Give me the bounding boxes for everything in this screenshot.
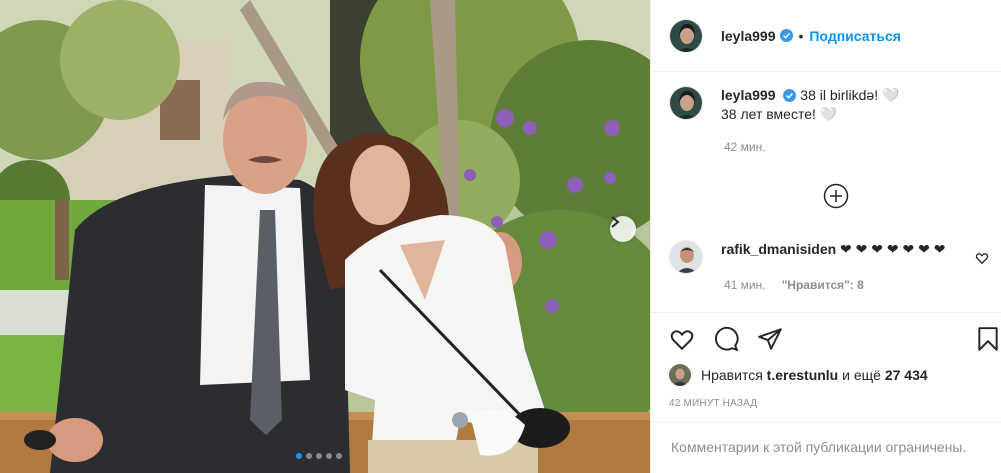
- caption: leyla999 38 il birlikdə! 🤍 38 лет вместе…: [669, 86, 899, 124]
- liker-avatar[interactable]: [669, 364, 691, 386]
- post-timestamp[interactable]: 42 минут назад: [669, 398, 757, 409]
- post-photo[interactable]: [0, 0, 650, 473]
- comment-username[interactable]: rafik_dmanisiden: [721, 241, 836, 257]
- action-bar: [651, 312, 1001, 362]
- comments-disabled-notice: Комментарии к этой публикации ограничены…: [651, 422, 1001, 473]
- verified-icon: [783, 89, 797, 102]
- comment-item: rafik_dmanisiden ❤ ❤ ❤ ❤ ❤ ❤ ❤: [669, 240, 989, 274]
- commenter-avatar[interactable]: [669, 240, 703, 274]
- author-avatar[interactable]: [669, 18, 703, 53]
- comment-icon[interactable]: [713, 326, 739, 352]
- avatar-image: [669, 364, 691, 386]
- carousel-dot: [316, 453, 322, 459]
- chevron-right-icon: [611, 216, 620, 228]
- carousel-dot: [306, 453, 312, 459]
- caption-line-2: 38 лет вместе! 🤍: [721, 106, 838, 122]
- header-separator: •: [798, 27, 804, 44]
- likes-prefix: Нравится: [701, 367, 763, 383]
- heart-icon[interactable]: [975, 251, 989, 265]
- likes-text: Нравится t.erestunlu и ещё 27 434: [701, 367, 928, 383]
- photo-illustration: [0, 0, 650, 473]
- avatar-image: [670, 241, 702, 273]
- carousel-next-button[interactable]: [610, 216, 636, 242]
- carousel-dot: [296, 453, 302, 459]
- likes-summary: Нравится t.erestunlu и ещё 27 434: [669, 364, 928, 386]
- verified-icon: [779, 29, 793, 42]
- liker-username[interactable]: t.erestunlu: [767, 367, 839, 383]
- bookmark-icon[interactable]: [975, 326, 1001, 352]
- caption-timestamp: 42 мин.: [724, 140, 766, 154]
- share-icon[interactable]: [757, 326, 783, 352]
- avatar-image: [670, 87, 702, 119]
- caption-text: leyla999 38 il birlikdə! 🤍 38 лет вместе…: [721, 86, 899, 124]
- avatar-image: [670, 19, 702, 52]
- caption-avatar[interactable]: [669, 86, 703, 120]
- caption-username[interactable]: leyla999: [721, 87, 776, 103]
- follow-button[interactable]: Подписаться: [809, 28, 901, 44]
- post-details-panel: leyla999 • Подписаться leyla999 38 il bi…: [650, 0, 1001, 473]
- comment-likes[interactable]: "Нравится": 8: [782, 278, 864, 292]
- comment-text: rafik_dmanisiden ❤ ❤ ❤ ❤ ❤ ❤ ❤: [721, 240, 946, 274]
- comment-timestamp: 41 мин.: [724, 278, 766, 292]
- likes-suffix: и ещё: [842, 367, 881, 383]
- comment-meta: 41 мин. "Нравится": 8: [724, 278, 864, 292]
- carousel-dot: [336, 453, 342, 459]
- caption-line-1: 38 il birlikdə! 🤍: [800, 87, 900, 103]
- likes-count[interactable]: 27 434: [885, 367, 928, 383]
- carousel-indicators: [296, 453, 342, 459]
- comment-body: ❤ ❤ ❤ ❤ ❤ ❤ ❤: [840, 241, 946, 257]
- author-username[interactable]: leyla999: [721, 28, 776, 44]
- post-header: leyla999 • Подписаться: [651, 0, 1001, 72]
- add-circle-icon[interactable]: [823, 183, 849, 209]
- heart-icon[interactable]: [669, 326, 695, 352]
- carousel-dot: [326, 453, 332, 459]
